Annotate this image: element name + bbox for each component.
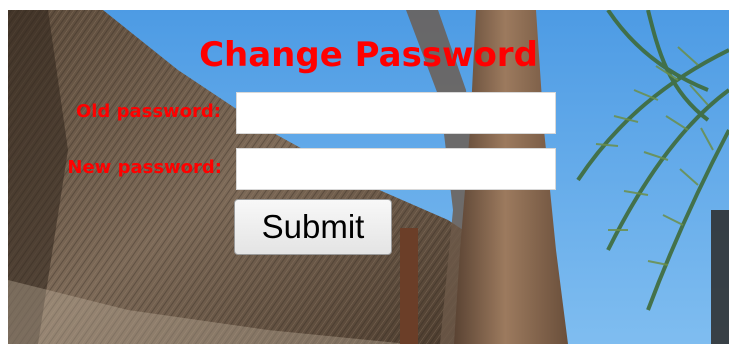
new-password-label: New password: bbox=[67, 157, 222, 178]
submit-button[interactable]: Submit bbox=[234, 199, 392, 255]
old-password-input[interactable] bbox=[236, 92, 556, 134]
new-password-row: New password: bbox=[8, 147, 729, 190]
change-password-page: Change Password Old password: New passwo… bbox=[8, 10, 729, 344]
old-password-row: Old password: bbox=[8, 91, 729, 134]
new-password-input[interactable] bbox=[236, 148, 556, 190]
page-title: Change Password bbox=[199, 35, 538, 75]
old-password-label: Old password: bbox=[75, 101, 221, 122]
